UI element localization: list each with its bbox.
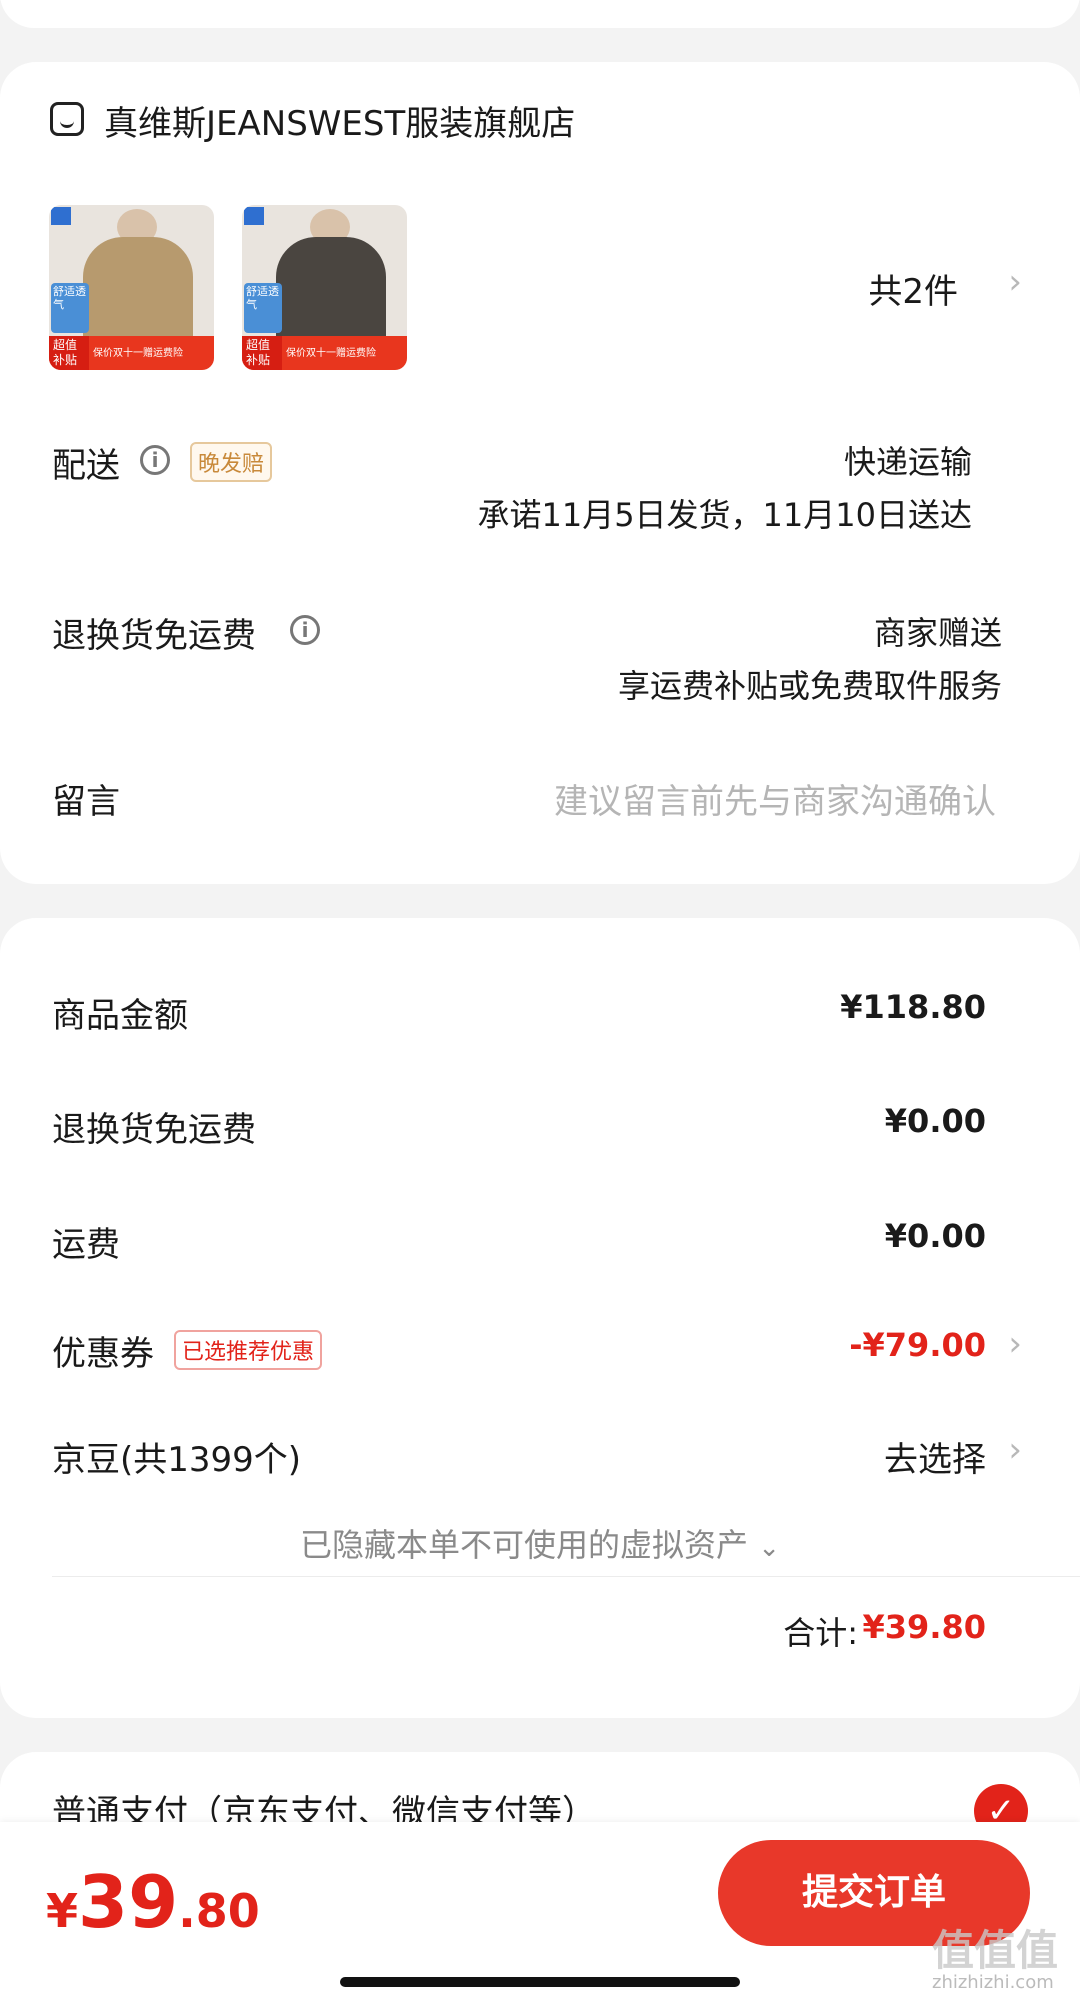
hidden-assets-text: 已隐藏本单不可使用的虚拟资产: [300, 1526, 749, 1564]
band-text: 保价双十一赠运费险: [286, 348, 376, 359]
bottom-bar: ¥39.80 提交订单 值值值 zhizhizhi.com: [0, 1822, 1080, 2005]
message-label: 留言: [52, 782, 120, 822]
goods-amount-label: 商品金额: [52, 996, 188, 1036]
divider: [52, 1576, 1080, 1577]
jd-beans-label: 京豆(共1399个): [52, 1440, 302, 1480]
delivery-promise: 承诺11月5日发货，11月10日送达: [477, 496, 972, 534]
return-shipping-desc: 享运费补贴或免费取件服务: [617, 667, 1002, 705]
chevron-right-icon[interactable]: ›: [1008, 1324, 1022, 1364]
return-shipping-value: 商家赠送: [873, 614, 1002, 652]
hidden-assets-toggle[interactable]: 已隐藏本单不可使用的虚拟资产 ⌄: [0, 1520, 1080, 1566]
summary-card: 商品金额 ¥118.80 退换货免运费 ¥0.00 运费 ¥0.00 优惠券 已…: [0, 918, 1080, 1718]
band-label: 超值补贴: [49, 336, 89, 370]
late-compensation-badge: 晚发赔: [190, 442, 273, 482]
total-label: 合计:: [783, 1614, 858, 1652]
info-icon[interactable]: i: [290, 615, 320, 645]
currency-symbol: ¥: [46, 1884, 79, 1938]
product-thumbnail-1[interactable]: 舒适透气 超值补贴 保价双十一赠运费险: [49, 205, 214, 370]
product-tag: 舒适透气: [51, 283, 89, 333]
price-decimal: .80: [178, 1884, 260, 1938]
band-label: 超值补贴: [242, 336, 282, 370]
coupon-selected-badge: 已选推荐优惠: [174, 1330, 323, 1370]
product-thumbnail-2[interactable]: 舒适透气 超值补贴 保价双十一赠运费险: [242, 205, 407, 370]
delivery-method[interactable]: 快递运输: [844, 437, 972, 483]
return-shipping-label: 退换货免运费: [52, 616, 256, 656]
return-fee-value: ¥0.00: [884, 1102, 986, 1140]
item-count[interactable]: 共2件: [868, 264, 958, 313]
goods-amount-value: ¥118.80: [840, 988, 986, 1026]
band-text: 保价双十一赠运费险: [93, 348, 183, 359]
chevron-right-icon[interactable]: ›: [1008, 1430, 1022, 1470]
jd-beans-select[interactable]: 去选择: [884, 1432, 986, 1481]
delivery-label: 配送: [52, 446, 120, 486]
store-name[interactable]: 真维斯JEANSWEST服装旗舰店: [104, 96, 575, 145]
footer-price: ¥39.80: [46, 1860, 260, 1944]
return-fee-label: 退换货免运费: [52, 1110, 256, 1150]
chevron-right-icon[interactable]: ›: [1008, 262, 1022, 302]
shipping-fee-value: ¥0.00: [884, 1217, 986, 1255]
info-icon[interactable]: i: [140, 445, 170, 475]
shipping-fee-label: 运费: [52, 1225, 120, 1265]
price-integer: 39: [78, 1860, 179, 1944]
total-value: ¥39.80: [862, 1608, 986, 1646]
previous-card: [0, 0, 1080, 28]
home-indicator: [340, 1977, 740, 1987]
product-tag: 舒适透气: [244, 283, 282, 333]
coupon-label: 优惠券: [52, 1334, 154, 1374]
message-input[interactable]: 建议留言前先与商家沟通确认: [554, 774, 996, 823]
coupon-value[interactable]: -¥79.00: [849, 1326, 986, 1364]
watermark-logo: 值值值: [932, 1926, 1059, 1975]
chevron-down-icon: ⌄: [758, 1533, 780, 1563]
watermark-site: zhizhizhi.com: [932, 1972, 1054, 1993]
store-icon: [50, 102, 84, 136]
store-card: 真维斯JEANSWEST服装旗舰店 舒适透气 超值补贴 保价双十一赠运费险 舒适透…: [0, 62, 1080, 884]
